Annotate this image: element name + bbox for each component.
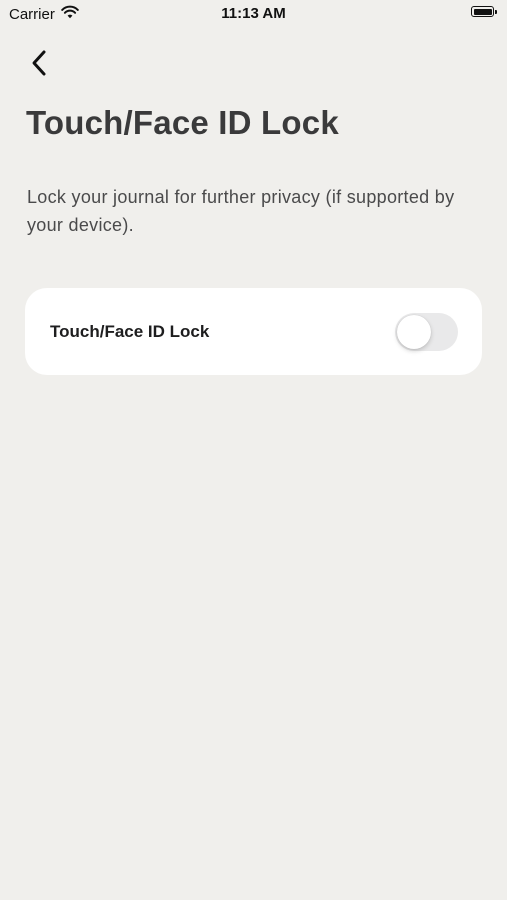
- chevron-left-icon: [31, 49, 47, 82]
- biometric-lock-toggle[interactable]: [395, 312, 458, 351]
- status-bar: Carrier 11:13 AM: [0, 0, 507, 30]
- biometric-lock-row[interactable]: Touch/Face ID Lock: [25, 288, 482, 375]
- battery-icon: [471, 6, 497, 17]
- page-description: Lock your journal for further privacy (i…: [27, 187, 455, 235]
- back-button[interactable]: [24, 48, 54, 82]
- biometric-lock-label: Touch/Face ID Lock: [50, 321, 210, 341]
- status-time: 11:13 AM: [221, 5, 286, 22]
- screen: Carrier 11:13 AM Touch/Face ID Lock Lock…: [0, 0, 507, 900]
- toggle-knob: [397, 314, 431, 349]
- page-title: Touch/Face ID Lock: [26, 104, 339, 141]
- settings-card: Touch/Face ID Lock: [25, 288, 482, 375]
